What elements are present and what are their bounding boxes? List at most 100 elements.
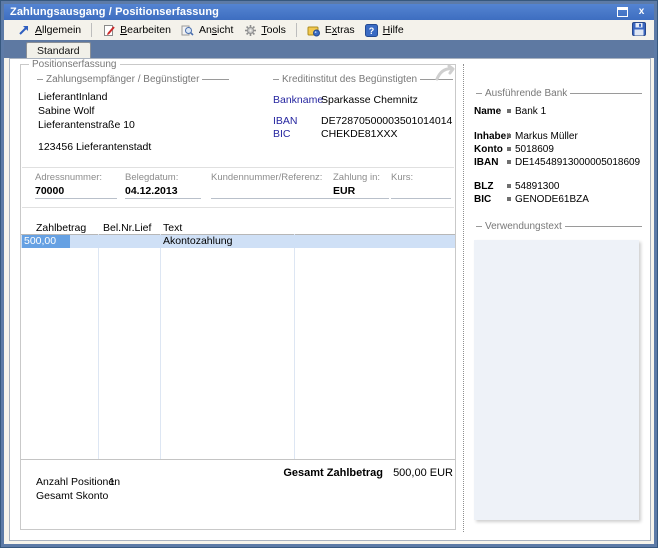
column-divider[interactable] (98, 234, 99, 459)
kurs-label: Kurs: (391, 172, 451, 183)
menu-item-label: Tools (261, 24, 286, 36)
bullet-icon (507, 147, 511, 151)
bullet-icon (507, 160, 511, 164)
menu-item-label: Extras (325, 24, 355, 36)
view-magnifier-icon (181, 24, 195, 37)
payee-line: 123456 Lieferantenstadt (38, 141, 151, 155)
table-row-selected[interactable]: 500,00 Akontozahlung (21, 235, 455, 248)
menu-item-hilfe[interactable]: ? Hilfe (360, 22, 409, 39)
bank-blz-value: 54891300 (515, 181, 560, 192)
bank-iban-value: DE14548913000005018609 (515, 157, 640, 168)
payee-address-block: LieferantInland Sabine Wolf Lieferantens… (38, 91, 151, 155)
app-window: Zahlungsausgang / Positionserfassung x A… (0, 0, 658, 548)
bank-blz-row: BLZ 54891300 (474, 180, 560, 192)
adressnummer-label: Adressnummer: (35, 172, 117, 183)
menu-separator (91, 23, 92, 37)
positionserfassung-groupbox: Positionserfassung Zahlungsempfänger / B… (20, 64, 456, 530)
kurs-field[interactable]: Kurs: (391, 172, 451, 199)
menu-item-extras[interactable]: Extras (302, 22, 360, 39)
gesamt-skonto-label: Gesamt Skonto (36, 490, 108, 502)
text-cell[interactable]: Akontozahlung (163, 235, 232, 248)
menu-item-label: Bearbeiten (120, 24, 171, 36)
bankname-value: Sparkasse Chemnitz (321, 94, 418, 106)
bank-iban-row: IBAN DE14548913000005018609 (474, 156, 640, 168)
bank-blz-label: BLZ (474, 181, 507, 192)
column-header-text[interactable]: Text (163, 222, 182, 234)
bic-label: BIC (273, 128, 321, 140)
tab-standard[interactable]: Standard (26, 42, 91, 58)
payee-group-title: Zahlungsempfänger / Begünstigter (43, 74, 202, 85)
belegdatum-field[interactable]: Belegdatum: 04.12.2013 (125, 172, 201, 199)
anzahl-positionen-label: Anzahl Positionen (36, 476, 120, 488)
menu-item-allgemein[interactable]: Allgemein (12, 22, 86, 39)
adressnummer-field[interactable]: Adressnummer: 70000 (35, 172, 117, 199)
menu-item-label: Hilfe (383, 24, 404, 36)
gesamt-zahlbetrag-value: 500,00 EUR (393, 467, 453, 479)
column-header-zahlbetrag[interactable]: Zahlbetrag (36, 222, 86, 234)
bank-name-value: Bank 1 (515, 106, 546, 117)
separator-line (22, 167, 454, 168)
verwendungstext-group-title: Verwendungstext (482, 221, 565, 232)
bank-bic-value: GENODE61BZA (515, 194, 589, 205)
payee-bank-group-header: Kreditinstitut des Begünstigten (273, 74, 453, 85)
bullet-icon (507, 109, 511, 113)
column-divider[interactable] (160, 234, 161, 459)
save-button[interactable] (632, 22, 646, 39)
content-panel: Positionserfassung Zahlungsempfänger / B… (9, 58, 651, 541)
tab-strip: Standard (4, 40, 654, 58)
bank-bic-row: BIC GENODE61BZA (474, 193, 589, 205)
menu-separator (296, 23, 297, 37)
payee-line: Lieferantenstraße 10 (38, 119, 151, 133)
svg-text:?: ? (369, 26, 375, 36)
bankname-row: Bankname Sparkasse Chemnitz (273, 94, 418, 106)
bank-konto-value: 5018609 (515, 144, 554, 155)
tools-gear-icon (243, 24, 257, 37)
edit-page-icon (102, 24, 116, 37)
executing-bank-group-header: Ausführende Bank (476, 88, 642, 99)
panel-splitter[interactable] (463, 64, 464, 532)
adressnummer-value: 70000 (35, 185, 117, 197)
restore-window-icon[interactable] (616, 6, 629, 18)
bullet-icon (507, 197, 511, 201)
bank-name-label: Name (474, 106, 507, 117)
zahlung-in-label: Zahlung in: (333, 172, 379, 183)
gesamt-zahlbetrag-label: Gesamt Zahlbetrag (283, 467, 383, 479)
column-header-bel-nr-lief[interactable]: Bel.Nr.Lief (103, 222, 151, 234)
window-title: Zahlungsausgang / Positionserfassung (10, 6, 219, 18)
zahlbetrag-cell[interactable]: 500,00 (22, 235, 70, 248)
bank-inhaber-value: Markus Müller (515, 131, 578, 142)
allgemein-arrow-icon (17, 24, 31, 37)
groupbox-title: Positionserfassung (29, 59, 120, 70)
bank-bic-label: BIC (474, 194, 507, 205)
menu-item-label: Ansicht (199, 24, 233, 36)
bank-inhaber-label: Inhaber (474, 131, 507, 142)
close-icon[interactable]: x (635, 6, 648, 18)
zahlung-in-value: EUR (333, 185, 379, 197)
belegdatum-value: 04.12.2013 (125, 185, 201, 197)
menu-item-tools[interactable]: Tools (238, 22, 291, 39)
bullet-icon (507, 134, 511, 138)
iban-label: IBAN (273, 115, 321, 127)
payee-line: LieferantInland (38, 91, 151, 105)
bic-row: BIC CHEKDE81XXX (273, 128, 397, 140)
bullet-icon (507, 184, 511, 188)
verwendungstext-textarea[interactable] (474, 240, 639, 520)
payee-line: Sabine Wolf (38, 105, 151, 119)
menu-item-bearbeiten[interactable]: Bearbeiten (97, 22, 176, 39)
menu-item-ansicht[interactable]: Ansicht (176, 22, 238, 39)
executing-bank-group-title: Ausführende Bank (482, 88, 570, 99)
anzahl-positionen-value: 1 (109, 476, 115, 488)
zahlung-in-field[interactable]: Zahlung in: EUR (333, 172, 379, 199)
bank-konto-row: Konto 5018609 (474, 143, 554, 155)
payee-group-header: Zahlungsempfänger / Begünstigter (37, 74, 229, 85)
panel-collapse-icon[interactable] (434, 65, 456, 81)
column-divider[interactable] (294, 234, 295, 459)
menu-item-label: Allgemein (35, 24, 81, 36)
save-icon (632, 22, 646, 39)
separator-line (22, 207, 454, 208)
bank-konto-label: Konto (474, 144, 507, 155)
positions-table: Zahlbetrag Bel.Nr.Lief Text 500,00 Akont… (21, 221, 455, 461)
menu-bar: Allgemein Bearbeiten Ansicht Tools (4, 20, 654, 40)
bic-value: CHEKDE81XXX (321, 128, 397, 140)
bank-inhaber-row: Inhaber Markus Müller (474, 130, 578, 142)
